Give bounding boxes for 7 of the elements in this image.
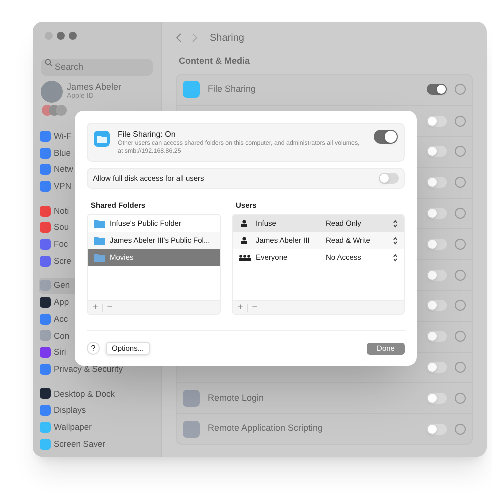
window-title: Sharing [210,32,244,46]
account-name: James Abeler [67,82,122,92]
section-heading: Content & Media [179,55,251,68]
service-status: File Sharing: On [118,130,177,140]
row-label: Remote Login [208,392,264,405]
row-label: File Sharing [208,83,256,96]
row-label: Remote Application Scripting [208,422,324,436]
